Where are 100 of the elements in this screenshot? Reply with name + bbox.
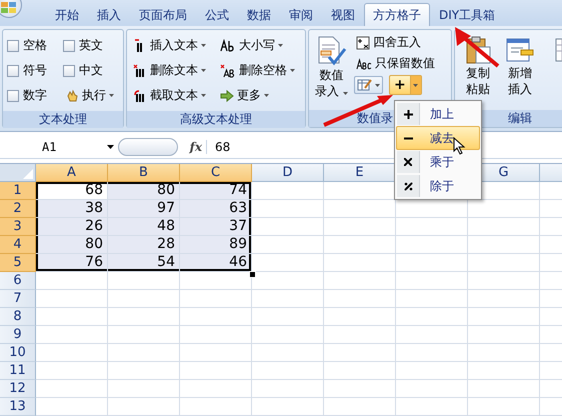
checkbox-option[interactable]: 英文 <box>63 37 119 54</box>
table-cell <box>396 272 468 290</box>
table-cell <box>396 290 468 308</box>
row-header[interactable]: 2 <box>0 200 36 218</box>
table-cell <box>324 308 396 326</box>
row-header[interactable]: 5 <box>0 254 36 272</box>
ribbon-tab[interactable]: 插入 <box>88 3 130 26</box>
checkbox[interactable] <box>7 90 19 102</box>
tool-button[interactable]: 插入文本 <box>131 36 214 55</box>
caret-icon <box>107 145 114 149</box>
row-header[interactable]: 12 <box>0 380 36 398</box>
table-cell <box>36 344 108 362</box>
letters-icon <box>220 38 236 52</box>
checkbox[interactable] <box>7 40 19 52</box>
option-label: 符号 <box>23 62 47 79</box>
row-header[interactable]: 4 <box>0 236 36 254</box>
table-cell: 97 <box>108 200 180 218</box>
column-header[interactable]: B <box>108 164 180 182</box>
round-button[interactable]: 四舍五入 <box>354 33 437 52</box>
table-cell <box>252 398 324 416</box>
minus-icon <box>404 136 412 140</box>
table-cell: 76 <box>36 254 108 272</box>
menu-item[interactable]: 减去 <box>396 126 480 150</box>
select-all-corner[interactable] <box>0 164 36 182</box>
table-cell <box>468 290 540 308</box>
row-header[interactable]: 9 <box>0 326 36 344</box>
table-cell <box>36 290 108 308</box>
multiply-icon <box>404 158 412 166</box>
tool-button[interactable]: 删除文本 <box>131 61 214 80</box>
splitter-handle[interactable] <box>118 138 178 156</box>
tool-button[interactable]: 截取文本 <box>131 86 214 105</box>
table-cell <box>324 236 396 254</box>
run-button[interactable]: 执行 <box>63 86 119 105</box>
fill-handle[interactable] <box>249 271 256 278</box>
checkbox-option[interactable]: 数字 <box>7 87 63 104</box>
ribbon-tab[interactable]: 审阅 <box>280 3 322 26</box>
row-header[interactable]: 6 <box>0 272 36 290</box>
caret-icon <box>201 94 206 97</box>
table-cell: 80 <box>36 236 108 254</box>
ribbon-tab[interactable]: DIY工具箱 <box>430 3 504 26</box>
tool-button[interactable]: 大小写 <box>218 36 301 55</box>
column-header[interactable]: A <box>36 164 108 182</box>
checkbox-option[interactable]: 中文 <box>63 62 119 79</box>
bars-icon <box>133 88 147 102</box>
caret-icon <box>201 69 206 72</box>
checkbox[interactable] <box>63 64 75 76</box>
table-cell <box>180 362 252 380</box>
table-cell <box>252 182 324 200</box>
caret-icon <box>109 94 114 97</box>
letters-icon <box>220 64 236 78</box>
ribbon-tab[interactable]: 开始 <box>46 3 88 26</box>
bars-icon <box>133 64 147 78</box>
table-cell <box>252 344 324 362</box>
number-entry-button[interactable]: 数值 录入 <box>313 33 350 107</box>
caret-icon <box>264 94 269 97</box>
table-cell <box>252 218 324 236</box>
insert-function-button[interactable]: fx <box>178 140 207 154</box>
logo-icon <box>1 2 17 14</box>
row-header[interactable]: 8 <box>0 308 36 326</box>
table-cell <box>252 308 324 326</box>
table-cell <box>468 380 540 398</box>
column-header[interactable]: C <box>180 164 252 182</box>
edit-table-button[interactable] <box>354 76 383 94</box>
table-cell: 80 <box>108 182 180 200</box>
mouse-cursor-icon <box>454 136 466 155</box>
table-cell <box>252 362 324 380</box>
table-cell <box>36 272 108 290</box>
option-label: 中文 <box>79 62 103 79</box>
table-cell <box>324 272 396 290</box>
ribbon-tab[interactable]: 方方格子 <box>364 3 430 26</box>
row-header[interactable]: 10 <box>0 344 36 362</box>
column-header[interactable]: E <box>324 164 396 182</box>
checkbox-option[interactable]: 符号 <box>7 62 63 79</box>
caret-icon <box>413 84 418 86</box>
checkbox[interactable] <box>63 40 75 52</box>
name-box[interactable]: A1 <box>0 137 118 157</box>
row-header[interactable]: 3 <box>0 218 36 236</box>
ribbon-tab[interactable]: 数据 <box>238 3 280 26</box>
table-cell <box>252 200 324 218</box>
table-cell <box>180 398 252 416</box>
table-cell <box>396 236 468 254</box>
keep-values-button[interactable]: 只保留数值 <box>354 54 437 73</box>
tool-button[interactable]: 新增 插入 <box>501 33 539 107</box>
checkbox[interactable] <box>7 64 19 76</box>
ribbon-tab[interactable]: 页面布局 <box>130 3 196 26</box>
checkbox-option[interactable]: 空格 <box>7 37 63 54</box>
table-cell <box>468 326 540 344</box>
row-header[interactable]: 7 <box>0 290 36 308</box>
table-cell <box>468 236 540 254</box>
table-cell <box>36 308 108 326</box>
ribbon-tab[interactable]: 公式 <box>196 3 238 26</box>
row-header[interactable]: 13 <box>0 398 36 416</box>
row-header[interactable]: 11 <box>0 362 36 380</box>
row-header[interactable]: 1 <box>0 182 36 200</box>
ribbon-tab[interactable]: 视图 <box>322 3 364 26</box>
caret-icon <box>201 44 206 47</box>
operation-dropdown-button[interactable]: + <box>388 75 422 95</box>
tool-button[interactable]: 更多 <box>218 86 301 105</box>
column-header[interactable]: D <box>252 164 324 182</box>
tool-button[interactable]: 删除空格 <box>218 61 301 80</box>
